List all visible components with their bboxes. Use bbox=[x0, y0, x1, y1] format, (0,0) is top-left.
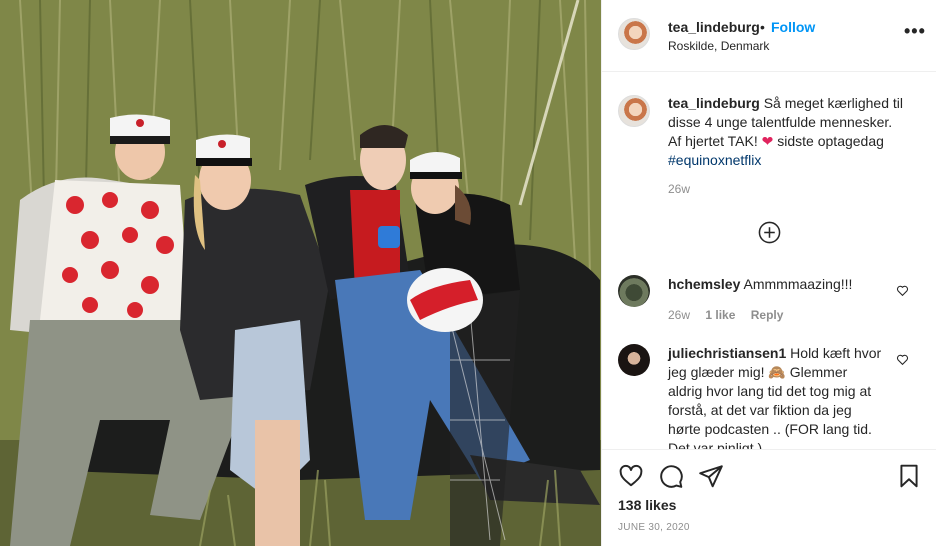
red-heart-emoji: ❤ bbox=[761, 133, 774, 149]
author-username[interactable]: tea_lindeburg bbox=[668, 19, 760, 35]
post-photo[interactable] bbox=[0, 0, 601, 546]
comment-line-6: Det var pinligt.) bbox=[668, 440, 763, 449]
follow-button[interactable]: Follow bbox=[771, 19, 815, 35]
caption-text: tea_lindeburg Så meget kærlighed til dis… bbox=[668, 94, 928, 170]
comment-like-heart-icon[interactable] bbox=[896, 284, 909, 297]
comment-line-2b: Glemmer bbox=[789, 364, 848, 380]
caption-username[interactable]: tea_lindeburg bbox=[668, 95, 760, 111]
likes-count[interactable]: 138 likes bbox=[618, 497, 676, 513]
post-date[interactable]: JUNE 30, 2020 bbox=[618, 522, 690, 533]
caption-age[interactable]: 26w bbox=[668, 182, 690, 196]
comment-age[interactable]: 26w bbox=[668, 308, 690, 322]
commenter-avatar-juliechristiansen1[interactable] bbox=[618, 344, 650, 376]
caption-hashtag[interactable]: #equinoxnetflix bbox=[668, 151, 928, 170]
comment-meta: 26w 1 like Reply bbox=[668, 308, 783, 322]
bookmark-icon[interactable] bbox=[896, 463, 922, 489]
comment-username[interactable]: hchemsley bbox=[668, 276, 740, 292]
comment-username[interactable]: juliechristiansen1 bbox=[668, 345, 786, 361]
comment-line-5: hørte podcasten .. (FOR lang tid. bbox=[668, 421, 872, 437]
caption-line-3a: Af hjertet TAK! bbox=[668, 133, 758, 149]
caption-line-2: disse 4 unge talentfulde mennesker. bbox=[668, 114, 893, 130]
post-header: tea_lindeburg • Follow Roskilde, Denmark… bbox=[602, 0, 936, 72]
comment-line-3: aldrig hvor lang tid det tog mig at bbox=[668, 383, 872, 399]
comment-likes[interactable]: 1 like bbox=[705, 308, 735, 322]
heart-icon[interactable] bbox=[618, 463, 644, 489]
more-options-icon[interactable]: ••• bbox=[904, 22, 926, 40]
post-location[interactable]: Roskilde, Denmark bbox=[668, 39, 769, 53]
comment-icon[interactable] bbox=[658, 463, 684, 489]
see-no-evil-monkey-emoji: 🙈 bbox=[768, 364, 786, 380]
comment-line-4: forstå, at det var fiktion da jeg bbox=[668, 402, 852, 418]
separator-dot: • bbox=[760, 19, 765, 35]
photo-illustration bbox=[0, 0, 601, 546]
caption-avatar[interactable] bbox=[618, 95, 650, 127]
comment-line-1: Hold kæft hvor bbox=[790, 345, 882, 361]
post-side-panel: tea_lindeburg • Follow Roskilde, Denmark… bbox=[601, 0, 936, 546]
reply-button[interactable]: Reply bbox=[751, 308, 784, 322]
caption-line-3b: sidste optagedag bbox=[777, 133, 884, 149]
caption-line-1: Så meget kærlighed til bbox=[763, 95, 903, 111]
commenter-avatar-hchemsley[interactable] bbox=[618, 275, 650, 307]
comment-like-heart-icon[interactable] bbox=[896, 353, 909, 366]
plus-circle-icon[interactable] bbox=[758, 221, 781, 244]
comment-text: hchemsley Ammmmaazing!!! bbox=[668, 275, 898, 294]
comment-body: Ammmmaazing!!! bbox=[743, 276, 853, 292]
comment-line-2: jeg glæder mig! bbox=[668, 364, 765, 380]
author-avatar[interactable] bbox=[618, 18, 650, 50]
post-actions: 138 likes JUNE 30, 2020 bbox=[602, 449, 936, 546]
comments-section[interactable]: tea_lindeburg Så meget kærlighed til dis… bbox=[602, 73, 936, 449]
comment-text: juliechristiansen1 Hold kæft hvor jeg gl… bbox=[668, 344, 898, 449]
instagram-post: tea_lindeburg • Follow Roskilde, Denmark… bbox=[0, 0, 936, 546]
send-icon[interactable] bbox=[698, 463, 724, 489]
